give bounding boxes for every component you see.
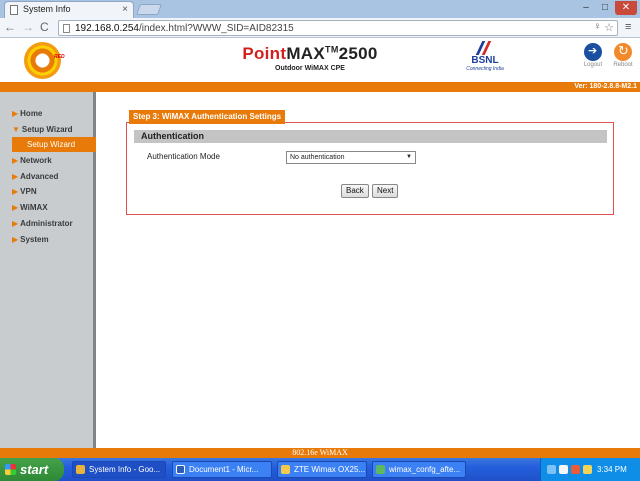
- maximize-button[interactable]: □: [596, 1, 614, 15]
- taskbar-item-chrome[interactable]: System Info - Goo...: [72, 461, 166, 478]
- arrow-right-icon: ▶: [12, 109, 19, 118]
- step-title: Step 3: WiMAX Authentication Settings: [129, 110, 286, 124]
- sidebar-item-administrator[interactable]: ▶ Administrator: [12, 219, 73, 229]
- word-icon: [176, 465, 185, 474]
- paint-icon: [376, 465, 385, 474]
- new-tab-button[interactable]: [135, 4, 163, 15]
- footer-bar: 802.16e WiMAX: [0, 448, 640, 458]
- start-button[interactable]: start: [0, 458, 64, 481]
- partner-tagline: Connecting India: [466, 66, 504, 72]
- clock[interactable]: 3:34 PM: [597, 458, 627, 481]
- sidebar-item-wimax[interactable]: ▶ WiMAX: [12, 203, 48, 213]
- logout-icon: [584, 43, 602, 61]
- bsnl-mark-icon: [477, 41, 493, 55]
- main-content: Authentication Authentication Mode No au…: [96, 92, 640, 448]
- sidebar-subitem-setup-wizard[interactable]: Setup Wizard: [12, 137, 98, 152]
- reboot-button[interactable]: Reboot: [608, 43, 638, 68]
- logout-button[interactable]: Logout: [578, 43, 608, 68]
- minimize-button[interactable]: –: [577, 1, 595, 15]
- next-button[interactable]: Next: [372, 184, 399, 198]
- sidebar: ▶ Home ▼ Setup Wizard Setup Wizard ▶ Networ…: [0, 92, 98, 448]
- key-icon[interactable]: ♀: [594, 21, 602, 32]
- close-window-button[interactable]: ✕: [615, 1, 637, 15]
- reload-icon[interactable]: C: [40, 20, 49, 35]
- logout-label: Logout: [583, 62, 603, 68]
- sidebar-item-system[interactable]: ▶ System: [12, 235, 49, 245]
- windows-flag-icon: [5, 464, 16, 475]
- browser-toolbar: ← → C 192.168.0.254/index.html?WWW_SID=A…: [0, 18, 640, 38]
- browser-titlebar: System Info × – □ ✕: [0, 0, 640, 18]
- browser-tab[interactable]: System Info ×: [4, 1, 134, 18]
- address-bar[interactable]: 192.168.0.254/index.html?WWW_SID=AID8231…: [58, 20, 618, 36]
- arrow-right-icon: ▶: [12, 235, 19, 244]
- sidebar-item-setup-wizard[interactable]: ▼ Setup Wizard: [12, 125, 73, 135]
- sidebar-item-network[interactable]: ▶ Network: [12, 156, 52, 166]
- sidebar-item-advanced[interactable]: ▶ Advanced: [12, 172, 58, 182]
- arrow-right-icon: ▶: [12, 172, 19, 181]
- app-header: RED PointMAXTM2500 Outdoor WiMAX CPE BSN…: [0, 39, 640, 82]
- star-icon[interactable]: ☆: [604, 21, 614, 34]
- partner-logo: BSNL Connecting India: [466, 41, 504, 79]
- taskbar-item-paint[interactable]: wimax_confg_afte...: [372, 461, 466, 478]
- tab-close-icon[interactable]: ×: [122, 2, 128, 17]
- taskbar-item-folder[interactable]: ZTE Wimax OX25...: [277, 461, 367, 478]
- section-header: Authentication: [134, 130, 607, 143]
- reboot-label: Reboot: [613, 62, 633, 68]
- arrow-right-icon: ▶: [12, 156, 19, 165]
- volume-icon[interactable]: [559, 465, 568, 474]
- product-name: PointMAXTM2500: [242, 44, 378, 63]
- product-subtitle: Outdoor WiMAX CPE: [275, 65, 345, 72]
- folder-icon: [281, 465, 290, 474]
- auth-mode-label: Authentication Mode: [147, 152, 220, 161]
- sidebar-item-vpn[interactable]: ▶ VPN: [12, 187, 37, 197]
- url-text: 192.168.0.254/index.html?WWW_SID=AID8231…: [75, 23, 294, 34]
- taskbar-item-word[interactable]: Document1 - Micr...: [172, 461, 272, 478]
- menu-icon[interactable]: ≡: [625, 21, 635, 33]
- product-title: PointMAXTM2500 Outdoor WiMAX CPE: [180, 44, 440, 72]
- system-tray: 3:34 PM: [540, 458, 640, 481]
- page-icon: [63, 24, 70, 33]
- arrow-right-icon: ▶: [12, 203, 19, 212]
- partner-name: BSNL: [471, 55, 499, 66]
- tray-app-icon[interactable]: [583, 465, 592, 474]
- settings-panel: Authentication Authentication Mode No au…: [126, 122, 614, 215]
- sidebar-item-home[interactable]: ▶ Home: [12, 109, 42, 119]
- back-button[interactable]: Back: [341, 184, 369, 198]
- network-icon[interactable]: [547, 465, 556, 474]
- arrow-right-icon: ▶: [12, 219, 19, 228]
- reboot-icon: [614, 43, 632, 61]
- chrome-icon: [76, 465, 85, 474]
- security-icon[interactable]: [571, 465, 580, 474]
- auth-mode-value: No authentication: [290, 154, 345, 161]
- forward-arrow-icon[interactable]: →: [22, 20, 34, 35]
- auth-mode-select[interactable]: No authentication ▼: [286, 151, 416, 164]
- arrow-down-icon: ▼: [12, 125, 20, 134]
- brand-logo: [24, 42, 61, 79]
- dropdown-caret-icon: ▼: [406, 154, 412, 160]
- taskbar: start System Info - Goo... Document1 - M…: [0, 458, 640, 481]
- tab-title: System Info: [23, 4, 71, 14]
- version-bar: Ver: 180-2.8.8-M2.1: [0, 82, 640, 92]
- back-arrow-icon[interactable]: ←: [4, 20, 16, 35]
- logo-text: RED: [54, 54, 65, 60]
- arrow-right-icon: ▶: [12, 187, 19, 196]
- page-icon: [10, 5, 18, 15]
